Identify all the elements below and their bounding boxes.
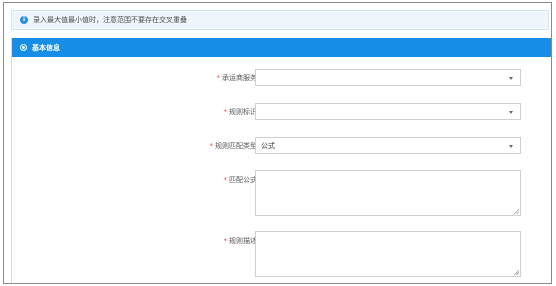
rule-match-type-label: * 规则匹配类型 <box>209 142 258 150</box>
required-mark: * <box>223 237 228 245</box>
required-mark: * <box>223 176 228 184</box>
rule-id-select[interactable] <box>255 103 521 120</box>
rule-match-type-value: 公式 <box>261 141 275 150</box>
panel-header: 基本信息 <box>12 38 551 57</box>
resize-handle-icon[interactable] <box>514 270 519 275</box>
carrier-service-select[interactable] <box>255 69 521 86</box>
carrier-service-label: * 承运商服务 <box>216 74 258 82</box>
chevron-down-icon <box>509 111 513 114</box>
required-mark: * <box>216 74 221 82</box>
notice-alert: i 录入最大值最小值时，注意范围不要存在交叉重叠 <box>11 10 549 30</box>
notice-text: 录入最大值最小值时，注意范围不要存在交叉重叠 <box>33 16 187 24</box>
rule-match-type-select[interactable]: 公式 <box>255 137 521 154</box>
rule-id-label: * 规则标识 <box>223 108 258 116</box>
panel-title: 基本信息 <box>32 43 60 52</box>
settings-icon <box>20 44 27 51</box>
rule-description-label: * 规则描述 <box>223 237 258 245</box>
required-mark: * <box>223 108 228 116</box>
match-formula-label: * 匹配公式 <box>223 176 258 184</box>
info-icon: i <box>20 16 28 24</box>
resize-handle-icon[interactable] <box>514 209 519 214</box>
required-mark: * <box>209 142 214 150</box>
chevron-down-icon <box>509 77 513 80</box>
rule-description-textarea[interactable] <box>255 231 521 277</box>
basic-info-panel: 基本信息 * 承运商服务 * 规则标识 * 规则匹配类型 公式 * 匹配公式 *… <box>11 38 551 283</box>
chevron-down-icon <box>509 145 513 148</box>
match-formula-textarea[interactable] <box>255 170 521 216</box>
page-frame: i 录入最大值最小值时，注意范围不要存在交叉重叠 基本信息 * 承运商服务 * 规则… <box>3 2 552 284</box>
